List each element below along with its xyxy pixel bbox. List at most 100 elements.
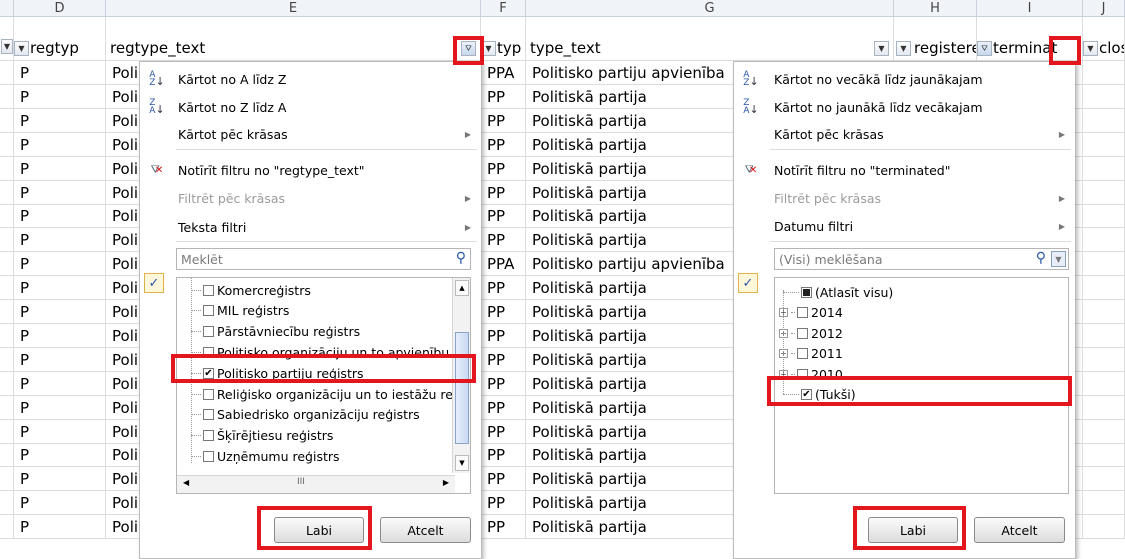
table-cell[interactable]: PP <box>481 181 526 205</box>
table-cell[interactable]: PP <box>481 491 526 515</box>
filter-dropdown-button[interactable]: ▼ <box>481 41 496 56</box>
table-cell[interactable]: PPA <box>481 252 526 276</box>
search-dropdown-button[interactable]: ▼ <box>1051 251 1066 267</box>
table-cell[interactable] <box>0 396 14 420</box>
table-cell[interactable]: P <box>14 467 106 491</box>
checkbox[interactable] <box>797 327 808 339</box>
table-cell[interactable] <box>1083 276 1125 300</box>
column-header-f[interactable]: F <box>481 0 526 17</box>
table-cell[interactable]: PP <box>481 348 526 372</box>
table-cell[interactable]: P <box>14 204 106 228</box>
checkbox[interactable]: ✔ <box>203 367 214 379</box>
sort-old-new-item[interactable]: A Z↓ Kārtot no vecākā līdz jaunākajam <box>734 67 1075 91</box>
active-filter-button-icon[interactable]: ⛛ <box>977 41 992 56</box>
cancel-button[interactable]: Atcelt <box>380 517 471 543</box>
ok-button[interactable]: Labi <box>274 517 364 543</box>
filter-search-input[interactable]: (Visi) meklēšana ⚲ ▼ <box>774 248 1069 270</box>
checkbox[interactable] <box>203 346 214 358</box>
ok-button[interactable]: Labi <box>868 517 958 543</box>
table-cell[interactable] <box>1083 300 1125 324</box>
table-cell[interactable]: PP <box>481 324 526 348</box>
checkbox[interactable] <box>203 284 214 296</box>
scroll-up-icon[interactable]: ▲ <box>455 280 469 296</box>
table-cell[interactable] <box>1083 61 1125 85</box>
filter-list-item[interactable]: +2012 <box>779 323 843 343</box>
table-cell[interactable]: P <box>14 133 106 157</box>
filter-list-item[interactable]: Uzņēmumu reģistrs <box>191 446 453 466</box>
table-cell[interactable]: P <box>14 348 106 372</box>
filter-list-item[interactable]: Reliģisko organizāciju un to iestāžu re <box>191 384 453 404</box>
table-cell[interactable]: PP <box>481 443 526 467</box>
table-cell[interactable] <box>0 157 14 181</box>
column-header-h[interactable]: H <box>894 0 977 17</box>
table-cell[interactable] <box>0 372 14 396</box>
table-cell[interactable] <box>0 420 14 444</box>
table-cell[interactable] <box>1083 181 1125 205</box>
cell[interactable] <box>894 17 977 36</box>
table-cell[interactable] <box>1083 228 1125 252</box>
table-cell[interactable]: P <box>14 420 106 444</box>
filter-dropdown-button[interactable]: ▼ <box>896 41 911 56</box>
cell[interactable] <box>1083 17 1125 36</box>
table-cell[interactable]: P <box>14 61 106 85</box>
table-cell[interactable] <box>1083 420 1125 444</box>
filter-list-item[interactable]: +2014 <box>779 303 843 323</box>
table-cell[interactable]: PP <box>481 396 526 420</box>
cell[interactable] <box>977 17 1083 36</box>
table-cell[interactable]: P <box>14 109 106 133</box>
cell[interactable] <box>526 17 894 36</box>
table-cell[interactable] <box>1083 515 1125 539</box>
table-cell[interactable] <box>0 228 14 252</box>
checkbox[interactable] <box>203 450 214 462</box>
active-filter-button-icon[interactable]: ⛛ <box>461 41 476 56</box>
filter-search-input[interactable]: Meklēt ⚲ <box>176 248 471 270</box>
table-cell[interactable] <box>1083 348 1125 372</box>
table-cell[interactable] <box>1083 109 1125 133</box>
checkbox[interactable] <box>202 388 214 400</box>
table-cell[interactable]: P <box>14 276 106 300</box>
filter-list-item[interactable]: MIL reģistrs <box>191 301 453 321</box>
horizontal-scrollbar[interactable]: ◀ III ▶ <box>177 475 455 493</box>
table-cell[interactable]: PP <box>481 204 526 228</box>
table-cell[interactable] <box>1083 133 1125 157</box>
table-cell[interactable] <box>0 133 14 157</box>
table-cell[interactable] <box>0 276 14 300</box>
table-cell[interactable]: P <box>14 157 106 181</box>
scroll-right-icon[interactable]: ▶ <box>443 478 449 487</box>
table-cell[interactable] <box>1083 85 1125 109</box>
column-header-d[interactable]: D <box>14 0 106 17</box>
filter-list-item[interactable]: ✔ (Tukši) <box>779 385 856 405</box>
table-cell[interactable]: P <box>14 324 106 348</box>
table-cell[interactable] <box>0 109 14 133</box>
checkbox[interactable] <box>797 368 808 380</box>
filter-list-item[interactable]: +2010 <box>779 364 843 384</box>
sort-by-color-item[interactable]: Kārtot pēc krāsas ▶ <box>734 122 1075 146</box>
table-cell[interactable] <box>1083 157 1125 181</box>
scroll-thumb[interactable] <box>455 332 469 444</box>
cell[interactable] <box>481 17 526 36</box>
dropdown-arrow-icon[interactable]: ▼ <box>1 39 13 54</box>
checkbox[interactable] <box>797 307 808 318</box>
table-cell[interactable] <box>0 61 14 85</box>
table-cell[interactable] <box>0 204 14 228</box>
table-cell[interactable] <box>1083 252 1125 276</box>
table-cell[interactable]: PP <box>481 372 526 396</box>
scroll-left-icon[interactable]: ◀ <box>183 478 189 487</box>
table-cell[interactable] <box>1083 372 1125 396</box>
table-cell[interactable] <box>0 443 14 467</box>
table-cell[interactable] <box>0 491 14 515</box>
table-cell[interactable]: PP <box>481 276 526 300</box>
checkbox[interactable] <box>203 305 214 317</box>
table-cell[interactable]: P <box>14 372 106 396</box>
table-cell[interactable]: P <box>14 443 106 467</box>
filter-list-item[interactable]: (Atlasīt visu) <box>779 282 893 302</box>
select-all-corner[interactable] <box>0 0 14 17</box>
cancel-button[interactable]: Atcelt <box>974 517 1065 543</box>
filter-list-item[interactable]: Politisko organizāciju un to apvienību <box>191 342 453 362</box>
table-cell[interactable]: PP <box>481 157 526 181</box>
table-cell[interactable] <box>1083 204 1125 228</box>
checkbox[interactable] <box>203 430 214 442</box>
table-cell[interactable]: PP <box>481 420 526 444</box>
table-cell[interactable] <box>0 85 14 109</box>
table-cell[interactable]: PP <box>481 228 526 252</box>
